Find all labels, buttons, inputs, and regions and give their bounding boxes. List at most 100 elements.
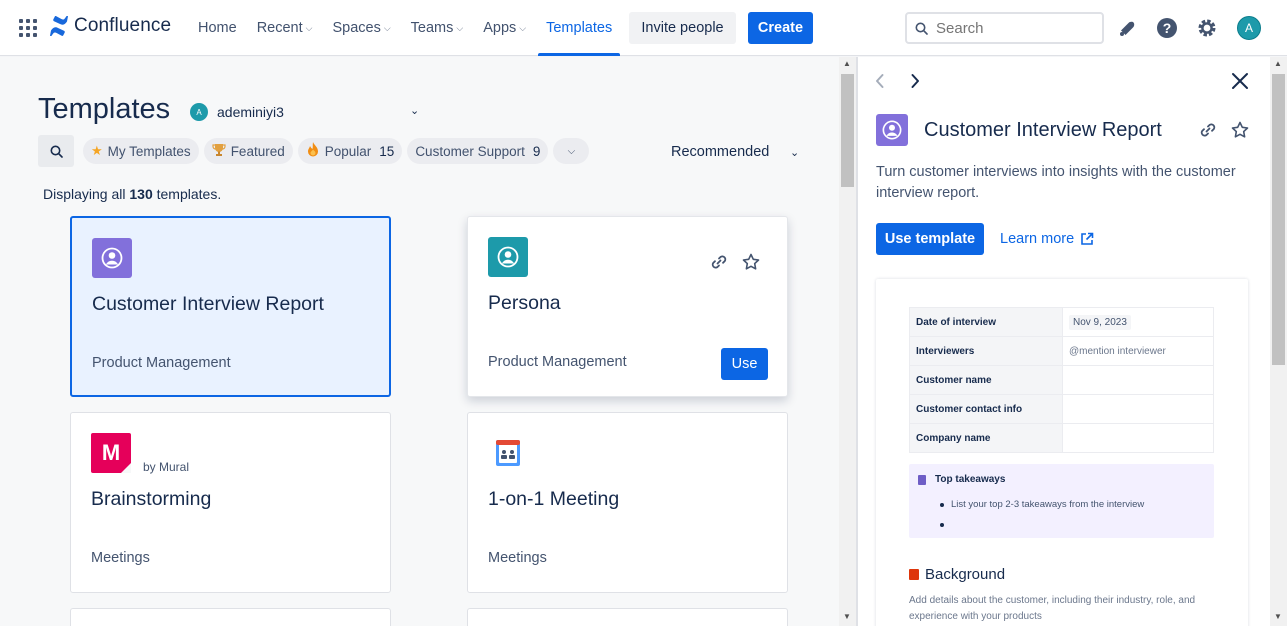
scroll-down-icon[interactable]: ▼	[1274, 612, 1282, 621]
template-category: Meetings	[91, 550, 150, 566]
star-icon: ★	[91, 143, 103, 158]
table-key: Company name	[909, 423, 1063, 453]
template-card-persona[interactable]: Persona Product Management Use	[467, 216, 788, 397]
meeting-icon	[496, 440, 520, 466]
filter-label: Customer Support	[415, 143, 525, 159]
panel-description: Turn customer interviews into insights w…	[876, 164, 1236, 201]
profile-avatar[interactable]: A	[1237, 16, 1261, 40]
template-tile	[92, 238, 132, 278]
nav-recent[interactable]: Recent ⌵	[247, 0, 323, 56]
confluence-logo[interactable]: Confluence	[50, 15, 171, 37]
top-navigation: Confluence Home Recent ⌵ Spaces ⌵ Teams ⌵ A…	[0, 0, 1287, 56]
nav-apps[interactable]: Apps ⌵	[473, 0, 536, 56]
search-box[interactable]	[905, 12, 1104, 44]
person-icon	[101, 247, 123, 269]
filter-my-templates[interactable]: ★ My Templates	[83, 138, 199, 164]
note-icon	[918, 475, 926, 485]
table-value	[1062, 365, 1214, 395]
filter-row: ★ My Templates Featured Popular 15 Custo…	[38, 135, 590, 167]
external-link-icon	[1081, 232, 1094, 245]
mural-letter: M	[101, 440, 121, 465]
chevron-down-icon: ⌵	[456, 22, 464, 33]
more-filters-button[interactable]: ⌵	[553, 138, 590, 164]
app-switcher-icon[interactable]	[19, 19, 37, 37]
template-tile	[876, 114, 908, 146]
use-template-button[interactable]: Use	[721, 348, 768, 380]
table-value: @mention interviewer	[1062, 336, 1214, 366]
main-scrollbar[interactable]: ▲ ▼	[839, 57, 856, 626]
filter-search-button[interactable]	[38, 135, 74, 167]
table-value	[1062, 423, 1214, 453]
table-key: Customer name	[909, 365, 1063, 395]
scrollbar-thumb[interactable]	[841, 74, 854, 187]
create-button[interactable]: Create	[748, 12, 813, 44]
panel-scrollbar[interactable]: ▲ ▼	[1270, 57, 1287, 626]
template-card-partial[interactable]	[467, 608, 788, 626]
background-heading: Background	[909, 566, 1005, 583]
template-card-customer-interview-report[interactable]: Customer Interview Report Product Manage…	[70, 216, 391, 397]
table-row: Interviewers @mention interviewer	[909, 336, 1214, 366]
search-icon	[915, 22, 928, 35]
nav-teams[interactable]: Teams ⌵	[401, 0, 474, 56]
star-icon[interactable]	[741, 252, 761, 272]
template-title: Persona	[488, 292, 561, 314]
template-card-1-on-1-meeting[interactable]: 1-on-1 Meeting Meetings	[467, 412, 788, 593]
filter-featured[interactable]: Featured	[203, 138, 293, 164]
list-item: List your top 2-3 takeaways from the int…	[939, 499, 1145, 510]
table-row: Date of interview Nov 9, 2023	[909, 307, 1214, 337]
star-icon[interactable]	[1230, 120, 1250, 140]
copy-link-icon[interactable]	[1198, 120, 1218, 140]
settings-gear-icon[interactable]	[1195, 16, 1219, 40]
sort-dropdown[interactable]: Recommended	[671, 144, 769, 160]
learn-more-link[interactable]: Learn more	[1000, 231, 1094, 247]
copy-link-icon[interactable]	[709, 252, 729, 272]
date-chip: Nov 9, 2023	[1069, 314, 1131, 330]
filter-label: Featured	[230, 143, 285, 159]
search-input[interactable]	[936, 19, 1086, 37]
table-row: Company name	[909, 423, 1214, 453]
nav-spaces[interactable]: Spaces ⌵	[322, 0, 400, 56]
nav-templates[interactable]: Templates	[536, 0, 622, 56]
scroll-down-icon[interactable]: ▼	[843, 612, 851, 621]
filter-customer-support[interactable]: Customer Support 9	[407, 138, 549, 164]
chevron-down-icon: ⌵	[519, 22, 527, 33]
close-icon[interactable]	[1230, 71, 1252, 93]
user-name: ademiniyi3	[217, 104, 284, 120]
nav-templates-label: Templates	[546, 20, 613, 36]
nav-home-label: Home	[198, 20, 237, 36]
notifications-icon[interactable]	[1115, 16, 1139, 40]
template-category: Product Management	[488, 354, 627, 370]
preview-info-table: Date of interview Nov 9, 2023 Interviewer…	[909, 307, 1214, 453]
previous-arrow-icon[interactable]	[874, 73, 886, 94]
chevron-down-icon: ⌵	[567, 145, 576, 157]
invite-people-button[interactable]: Invite people	[629, 12, 736, 44]
filter-popular[interactable]: Popular 15	[297, 138, 403, 164]
chevron-down-icon: ⌵	[305, 22, 313, 33]
user-selector[interactable]: A ademiniyi3	[190, 103, 284, 121]
help-icon[interactable]: ?	[1155, 16, 1179, 40]
template-card-brainstorming[interactable]: M by Mural Brainstorming Meetings	[70, 412, 391, 593]
chevron-down-icon[interactable]: ⌄	[410, 104, 419, 117]
table-row: Customer contact info	[909, 394, 1214, 424]
takeaways-title: Top takeaways	[935, 474, 1006, 485]
templates-main: Templates A ademiniyi3 ⌄ ★ My Templates …	[0, 57, 839, 626]
template-tile	[488, 237, 528, 277]
template-card-partial[interactable]	[70, 608, 391, 626]
learn-more-label: Learn more	[1000, 231, 1075, 247]
nav-spaces-label: Spaces	[332, 20, 381, 36]
table-key: Interviewers	[909, 336, 1063, 366]
app-name: Confluence	[74, 15, 172, 36]
nav-home[interactable]: Home	[188, 0, 247, 56]
scroll-up-icon[interactable]: ▲	[1274, 59, 1282, 68]
bookmark-icon	[909, 569, 919, 580]
filter-count: 9	[532, 143, 541, 159]
next-arrow-icon[interactable]	[909, 73, 921, 94]
nav-teams-label: Teams	[410, 20, 454, 36]
svg-text:?: ?	[1163, 20, 1172, 36]
chevron-down-icon[interactable]: ⌄	[790, 146, 799, 159]
scroll-up-icon[interactable]: ▲	[843, 59, 851, 68]
template-count: 130	[129, 186, 153, 202]
displaying-suffix: templates.	[156, 186, 222, 202]
scrollbar-thumb[interactable]	[1272, 74, 1285, 365]
use-template-button[interactable]: Use template	[876, 223, 984, 255]
